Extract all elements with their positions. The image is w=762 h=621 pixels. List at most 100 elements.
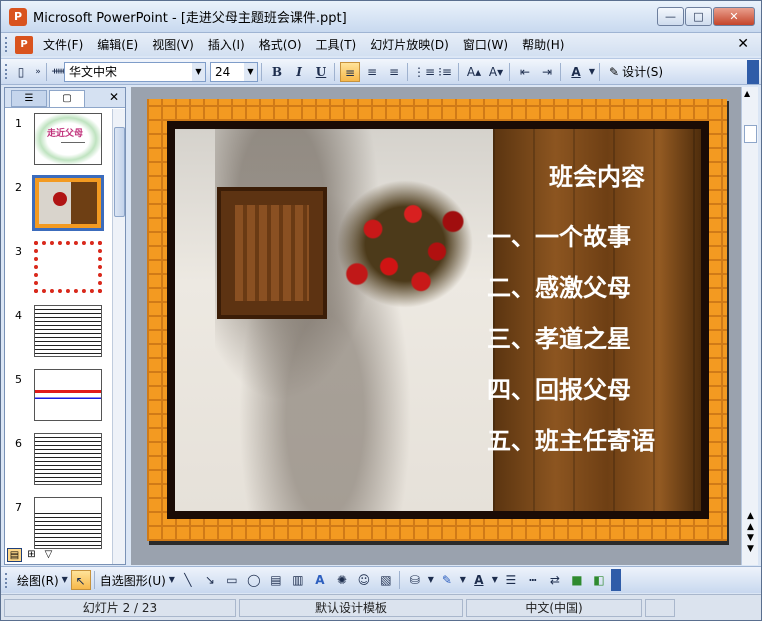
diagram-icon[interactable]: ✺ bbox=[332, 570, 352, 590]
numbered-list-icon[interactable]: ⋮≡ bbox=[413, 62, 435, 82]
oval-icon[interactable]: ◯ bbox=[244, 570, 264, 590]
powerpoint-app-icon[interactable]: P bbox=[9, 7, 27, 26]
chevron-down-icon[interactable]: ▼ bbox=[427, 570, 435, 590]
vertical-textbox-icon[interactable]: ▥ bbox=[288, 570, 308, 590]
menu-view[interactable]: 视图(V) bbox=[152, 36, 194, 53]
chevron-down-icon[interactable]: ▼ bbox=[192, 62, 205, 81]
slide-thumbnail[interactable] bbox=[34, 305, 102, 357]
line-color-icon[interactable]: ✎ bbox=[437, 570, 457, 590]
chevron-down-icon[interactable]: ▼ bbox=[588, 62, 596, 82]
menu-help[interactable]: 帮助(H) bbox=[522, 36, 564, 53]
thumbnail-scrollbar[interactable] bbox=[112, 109, 125, 564]
align-left-icon[interactable]: ≡ bbox=[340, 61, 360, 82]
autoshapes-button[interactable]: 自选图形(U) bbox=[100, 572, 166, 589]
chevron-down-icon[interactable]: ▼ bbox=[459, 570, 467, 590]
italic-button[interactable]: I bbox=[289, 62, 309, 82]
slide-sorter-icon[interactable]: ⊞ bbox=[24, 548, 39, 562]
toolbar-options-icon[interactable]: » bbox=[33, 62, 43, 82]
textbox-icon[interactable]: ▤ bbox=[266, 570, 286, 590]
scroll-up-icon[interactable]: ▲ bbox=[744, 89, 750, 98]
slide-thumbnail[interactable] bbox=[34, 241, 102, 293]
line-style-icon[interactable]: ☰ bbox=[501, 570, 521, 590]
slide-thumbnail-row[interactable]: 1 走近父母 bbox=[5, 109, 111, 169]
increase-indent-icon[interactable]: ⇥ bbox=[537, 62, 557, 82]
slide-thumbnail[interactable] bbox=[34, 433, 102, 485]
clipart-icon[interactable]: ☺ bbox=[354, 570, 374, 590]
minimize-button[interactable]: — bbox=[657, 7, 684, 26]
menubar-grip[interactable] bbox=[5, 37, 9, 52]
fill-color-icon[interactable]: ⛁ bbox=[405, 570, 425, 590]
toolbar-options-grip[interactable] bbox=[747, 60, 759, 84]
align-center-icon[interactable]: ≡ bbox=[362, 62, 382, 82]
normal-view-icon[interactable]: ▤ bbox=[7, 548, 22, 562]
draw-menu-button[interactable]: 绘图(R) bbox=[17, 572, 59, 589]
menu-insert[interactable]: 插入(I) bbox=[208, 36, 245, 53]
tab-slides[interactable]: ▢ bbox=[49, 90, 85, 107]
arrow-style-icon[interactable]: ⇄ bbox=[545, 570, 565, 590]
status-design-template[interactable]: 默认设计模板 bbox=[239, 598, 463, 617]
menu-edit[interactable]: 编辑(E) bbox=[97, 36, 138, 53]
font-name-select[interactable]: 华文中宋 ▼ bbox=[64, 61, 206, 82]
select-arrow-icon[interactable]: ↖ bbox=[70, 570, 91, 590]
font-color-icon[interactable]: A bbox=[566, 62, 586, 82]
status-slide-number: 幻灯片 2 / 23 bbox=[4, 598, 236, 617]
slide-thumbnail-row[interactable]: 5 bbox=[5, 365, 111, 425]
menu-file[interactable]: 文件(F) bbox=[43, 36, 83, 53]
increase-font-icon[interactable]: A▴ bbox=[464, 62, 484, 82]
picture-icon[interactable]: ▧ bbox=[376, 570, 396, 590]
slide-thumbnail-row[interactable]: 4 bbox=[5, 301, 111, 361]
slide-thumbnail-row[interactable]: 3 bbox=[5, 237, 111, 297]
menu-window[interactable]: 窗口(W) bbox=[463, 36, 508, 53]
dash-style-icon[interactable]: ┅ bbox=[523, 570, 543, 590]
font-size-select[interactable]: 24 ▼ bbox=[210, 61, 258, 82]
toolbar-options-icon[interactable] bbox=[610, 569, 621, 591]
slide-number: 4 bbox=[15, 309, 22, 322]
chevron-down-icon[interactable]: ▼ bbox=[491, 570, 499, 590]
design-button[interactable]: ✎ 设计(S) bbox=[609, 63, 663, 80]
rectangle-icon[interactable]: ▭ bbox=[222, 570, 242, 590]
3d-style-icon[interactable]: ◧ bbox=[589, 570, 609, 590]
decrease-indent-icon[interactable]: ⇤ bbox=[515, 62, 535, 82]
pane-close-icon[interactable]: ✕ bbox=[109, 90, 119, 104]
slide-thumbnail-row[interactable]: 2 bbox=[5, 173, 111, 233]
slide-content-list[interactable]: 一、一个故事 二、感激父母 三、孝道之星 四、回报父母 五、班主任寄语 bbox=[487, 211, 655, 466]
chevron-down-icon[interactable]: ▼ bbox=[244, 62, 257, 81]
slide-thumbnail-selected[interactable] bbox=[32, 175, 104, 231]
slideshow-view-icon[interactable]: ▽ bbox=[41, 548, 56, 562]
menu-format[interactable]: 格式(O) bbox=[259, 36, 302, 53]
document-close-button[interactable]: ✕ bbox=[737, 36, 749, 52]
slide-thumbnail-row[interactable]: 6 bbox=[5, 429, 111, 489]
maximize-button[interactable]: □ bbox=[685, 7, 712, 26]
slide-thumbnail[interactable]: 走近父母 bbox=[34, 113, 102, 165]
scrollbar-thumb[interactable] bbox=[744, 125, 757, 143]
slide-thumbnail[interactable] bbox=[34, 497, 102, 549]
scrollbar-thumb[interactable] bbox=[114, 127, 125, 217]
prev-next-slide-icon[interactable]: ▲ ▲ ▼ ▼ bbox=[744, 511, 757, 555]
toolbar-grip[interactable] bbox=[5, 64, 9, 79]
chevron-down-icon[interactable]: ▼ bbox=[168, 570, 176, 590]
font-color-icon[interactable]: A bbox=[469, 570, 489, 590]
new-document-icon[interactable]: ▯ bbox=[11, 62, 31, 82]
decrease-font-icon[interactable]: A▾ bbox=[486, 62, 506, 82]
slide-thumbnail-row[interactable]: 7 bbox=[5, 493, 111, 553]
wordart-icon[interactable]: A bbox=[310, 570, 330, 590]
align-right-icon[interactable]: ≡ bbox=[384, 62, 404, 82]
close-button[interactable]: ✕ bbox=[713, 7, 755, 26]
menu-tools[interactable]: 工具(T) bbox=[316, 36, 357, 53]
bold-button[interactable]: B bbox=[267, 62, 287, 82]
bullet-list-icon[interactable]: ⁝≡ bbox=[435, 62, 455, 82]
slide-title[interactable]: 班会内容 bbox=[517, 157, 677, 192]
toolbar-grip[interactable] bbox=[5, 572, 9, 588]
tab-outline[interactable]: ☰ bbox=[11, 90, 47, 107]
slide-canvas[interactable]: 班会内容 一、一个故事 二、感激父母 三、孝道之星 四、回报父母 五、班主任寄语 bbox=[147, 99, 727, 541]
slide-thumbnail[interactable] bbox=[34, 369, 102, 421]
slide-scrollbar[interactable]: ▲ ▲ ▲ ▼ ▼ bbox=[741, 87, 758, 565]
arrow-icon[interactable]: ↘ bbox=[200, 570, 220, 590]
document-icon[interactable]: P bbox=[15, 35, 33, 54]
shadow-style-icon[interactable]: ■ bbox=[567, 570, 587, 590]
underline-button[interactable]: U bbox=[311, 62, 331, 82]
window-controls: — □ ✕ bbox=[656, 7, 755, 26]
line-icon[interactable]: ╲ bbox=[178, 570, 198, 590]
menu-slideshow[interactable]: 幻灯片放映(D) bbox=[370, 36, 449, 53]
chevron-down-icon[interactable]: ▼ bbox=[61, 570, 69, 590]
